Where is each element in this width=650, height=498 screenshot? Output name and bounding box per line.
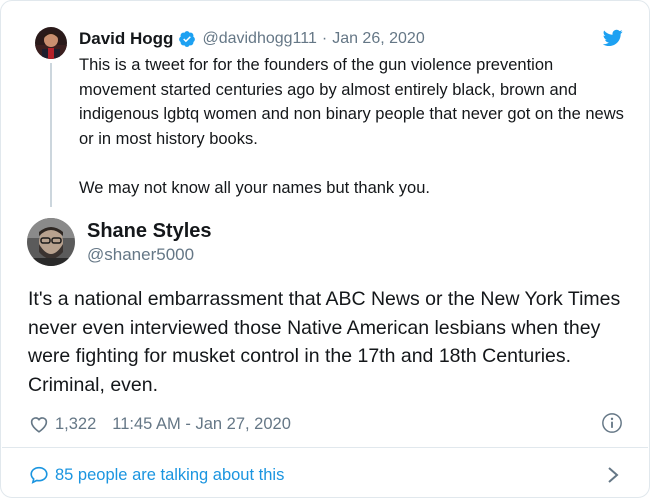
like-count[interactable]: 1,322 [55, 415, 96, 434]
tweet-meta: 1,322 11:45 AM - Jan 27, 2020 [29, 413, 291, 435]
verified-badge-icon [179, 31, 196, 47]
speech-bubble-icon [30, 466, 48, 484]
parent-avatar[interactable] [35, 27, 67, 59]
author-avatar[interactable] [27, 218, 75, 266]
footer-divider [2, 447, 648, 448]
parent-author-name[interactable]: David Hogg [79, 29, 173, 49]
author-handle[interactable]: @shaner5000 [87, 245, 194, 265]
talking-about-link[interactable]: 85 people are talking about this [29, 464, 284, 486]
parent-paragraph-2: We may not know all your names but thank… [79, 178, 430, 197]
separator-dot: · [321, 30, 328, 47]
parent-tweet-text: This is a tweet for for the founders of … [79, 53, 627, 200]
heart-icon[interactable] [29, 415, 49, 433]
parent-tweet-header: David Hogg @davidhogg111 · Jan 26, 2020 [79, 28, 425, 50]
talking-label: 85 people are talking about this [55, 465, 285, 484]
parent-handle[interactable]: @davidhogg111 [202, 30, 316, 48]
author-name[interactable]: Shane Styles [87, 220, 212, 243]
chevron-right-icon[interactable] [606, 466, 620, 484]
tweet-text: It's a national embarrassment that ABC N… [28, 288, 621, 396]
parent-date[interactable]: Jan 26, 2020 [332, 30, 425, 48]
twitter-bird-icon[interactable] [603, 29, 623, 47]
tweet-card: David Hogg @davidhogg111 · Jan 26, 2020 … [0, 0, 650, 498]
info-icon[interactable] [601, 412, 623, 434]
thread-connector-line [50, 63, 52, 207]
parent-paragraph-1: This is a tweet for for the founders of … [79, 56, 624, 148]
tweet-timestamp[interactable]: 11:45 AM - Jan 27, 2020 [112, 415, 291, 434]
